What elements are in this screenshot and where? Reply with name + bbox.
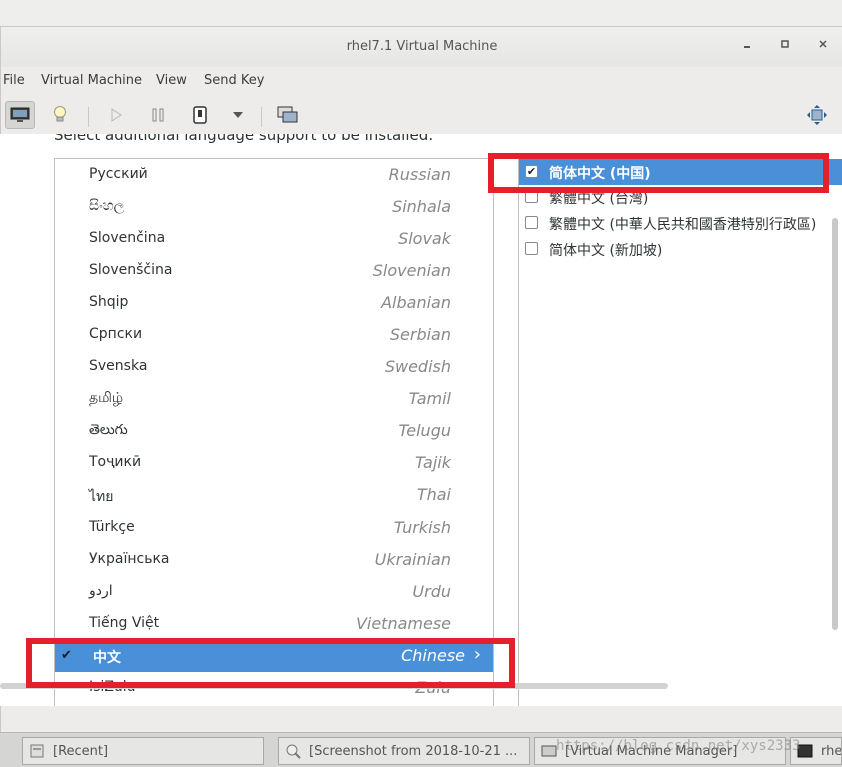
taskbar-item-label: rhe xyxy=(821,743,842,759)
language-row[interactable]: اردو Urdu xyxy=(55,576,493,608)
locale-list-scroll-thumb[interactable] xyxy=(832,218,838,630)
taskbar-item-label: [Screenshot from 2018-10-21 ... xyxy=(309,743,518,759)
locale-list[interactable]: ✔ 简体中文 (中国) 繁體中文 (台灣) 繁體中文 (中華人民共和國香港特別行政區)… xyxy=(518,158,842,706)
language-row[interactable]: Shqip Albanian xyxy=(55,287,493,319)
language-row[interactable]: සිංහල Sinhala xyxy=(55,191,493,223)
language-english-name: Urdu xyxy=(412,582,451,601)
annotation-box-locale xyxy=(488,153,829,193)
language-english-name: Slovenian xyxy=(372,261,451,280)
language-english-name: Tamil xyxy=(408,389,451,408)
files-icon xyxy=(30,744,44,758)
language-english-name: Albanian xyxy=(381,293,451,312)
language-row[interactable]: தமிழ் Tamil xyxy=(55,383,493,415)
monitor-icon xyxy=(10,107,30,122)
language-row[interactable]: Slovenčina Slovak xyxy=(55,223,493,255)
language-native-name: తెలుగు xyxy=(89,422,128,438)
locale-label: 繁體中文 (中華人民共和國香港特別行政區) xyxy=(549,217,817,233)
screenshot-icon xyxy=(286,744,301,759)
language-row[interactable]: Slovenščina Slovenian xyxy=(55,255,493,287)
maximize-icon[interactable] xyxy=(776,37,794,55)
language-native-name: தமிழ் xyxy=(89,390,124,406)
language-english-name: Thai xyxy=(416,485,451,504)
dropdown-arrow-icon xyxy=(233,112,243,118)
toolbar-separator xyxy=(88,107,89,127)
language-english-name: Telugu xyxy=(398,421,451,440)
menu-send-key[interactable]: Send Key xyxy=(204,73,264,88)
language-english-name: Russian xyxy=(388,165,451,184)
menubar: File Virtual Machine View Send Key xyxy=(1,67,842,95)
top-edge xyxy=(0,0,842,26)
language-native-name: Türkçe xyxy=(89,519,135,535)
language-row[interactable]: ไทย Thai xyxy=(55,479,493,511)
console-view-button[interactable] xyxy=(5,101,35,129)
toolbar-separator xyxy=(261,107,262,127)
locale-checkbox[interactable] xyxy=(525,216,538,229)
language-row[interactable]: Svenska Swedish xyxy=(55,351,493,383)
language-native-name: ไทย xyxy=(89,489,114,505)
shutdown-button[interactable] xyxy=(185,101,215,129)
lightbulb-icon xyxy=(54,106,66,122)
menu-file[interactable]: File xyxy=(3,73,25,88)
language-row[interactable]: Türkçe Turkish xyxy=(55,512,493,544)
language-english-name: Serbian xyxy=(389,325,451,344)
language-row[interactable]: Українська Ukrainian xyxy=(55,544,493,576)
run-button[interactable] xyxy=(101,101,131,129)
snapshots-icon xyxy=(277,106,298,123)
shutdown-menu-button[interactable] xyxy=(223,101,253,129)
menu-view[interactable]: View xyxy=(156,73,187,88)
pause-icon xyxy=(152,108,164,122)
language-native-name: اردو xyxy=(89,583,113,599)
language-english-name: Swedish xyxy=(384,357,451,376)
language-english-name: Vietnamese xyxy=(355,614,451,633)
language-native-name: Slovenčina xyxy=(89,230,166,246)
language-native-name: Slovenščina xyxy=(89,262,173,278)
titlebar: rhel7.1 Virtual Machine xyxy=(1,27,842,67)
language-native-name: Русский xyxy=(89,166,148,182)
minimize-icon[interactable] xyxy=(738,37,756,55)
window-title: rhel7.1 Virtual Machine xyxy=(346,39,498,54)
taskbar-item-label: [Recent] xyxy=(53,743,109,759)
pause-button[interactable] xyxy=(143,101,173,129)
language-english-name: Ukrainian xyxy=(374,550,451,569)
annotation-box-language xyxy=(26,638,515,688)
locale-label: 简体中文 (新加坡) xyxy=(549,243,663,259)
language-english-name: Sinhala xyxy=(392,197,451,216)
vm-manager-icon xyxy=(541,745,557,757)
locale-row[interactable]: 简体中文 (新加坡) xyxy=(519,236,842,262)
language-native-name: Tiếng Việt xyxy=(89,615,160,631)
taskbar-item-recent[interactable]: [Recent] xyxy=(22,737,264,765)
language-english-name: Tajik xyxy=(414,453,451,472)
language-english-name: Slovak xyxy=(398,229,451,248)
language-row[interactable]: తెలుగు Telugu xyxy=(55,415,493,447)
language-native-name: Српски xyxy=(89,326,143,342)
locale-checkbox[interactable] xyxy=(525,242,538,255)
language-support-heading: Select additional language support to be… xyxy=(54,134,434,144)
language-native-name: Svenska xyxy=(89,358,148,374)
watermark: https://blog.csdn.net/xys2333 xyxy=(556,738,801,754)
language-native-name: Тоҷикӣ xyxy=(89,454,142,470)
play-icon xyxy=(111,108,122,122)
language-row[interactable]: Српски Serbian xyxy=(55,319,493,351)
language-native-name: සිංහල xyxy=(89,198,125,214)
vm-display[interactable]: Select additional language support to be… xyxy=(0,134,842,706)
locale-row[interactable]: 繁體中文 (中華人民共和國香港特別行政區) xyxy=(519,210,842,236)
fullscreen-icon xyxy=(807,105,827,125)
toolbar xyxy=(1,95,842,135)
language-english-name: Turkish xyxy=(393,518,451,537)
close-icon[interactable] xyxy=(814,37,832,55)
language-row[interactable]: Tiếng Việt Vietnamese xyxy=(55,608,493,640)
language-native-name: Shqip xyxy=(89,294,129,310)
power-icon xyxy=(193,106,207,124)
taskbar-item-screenshot[interactable]: [Screenshot from 2018-10-21 ... xyxy=(278,737,530,765)
language-list[interactable]: Русский Russian සිංහල Sinhala Slovenčina Slov… xyxy=(54,158,494,706)
language-row[interactable]: Русский Russian xyxy=(55,159,493,191)
menu-virtual-machine[interactable]: Virtual Machine xyxy=(41,73,142,88)
language-row[interactable]: Тоҷикӣ Tajik xyxy=(55,447,493,479)
language-native-name: Українська xyxy=(89,551,170,567)
details-view-button[interactable] xyxy=(45,101,75,129)
fullscreen-button[interactable] xyxy=(802,101,832,129)
snapshots-button[interactable] xyxy=(273,101,303,129)
